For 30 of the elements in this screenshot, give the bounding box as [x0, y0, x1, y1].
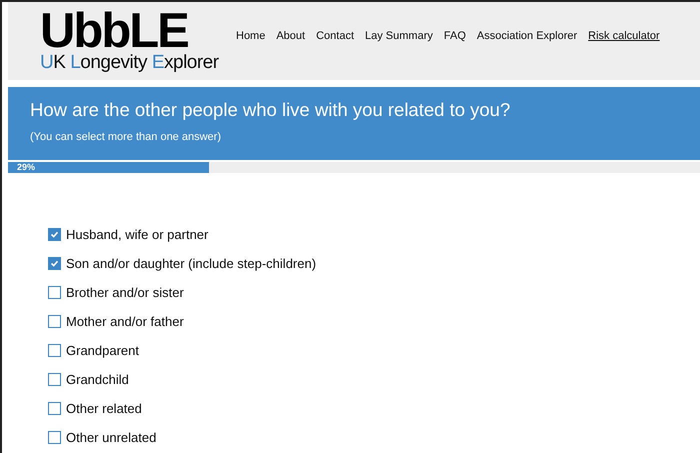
checkbox[interactable] — [48, 315, 61, 328]
question-hint: (You can select more than one answer) — [30, 131, 222, 143]
nav-link[interactable]: Lay Summary — [365, 30, 433, 42]
option-label[interactable]: Husband, wife or partner — [66, 227, 208, 242]
option-label[interactable]: Brother and/or sister — [66, 285, 184, 300]
question-title: How are the other people who live with you related to you? — [30, 98, 512, 122]
checkbox[interactable] — [48, 402, 61, 415]
nav-link[interactable]: FAQ — [444, 30, 466, 42]
option-label[interactable]: Son and/or daughter (include step-children) — [66, 256, 316, 271]
checkbox[interactable] — [48, 257, 61, 270]
option-label[interactable]: Other related — [66, 401, 142, 416]
nav-link[interactable]: Risk calculator — [588, 30, 660, 42]
logo-title: UbbLE — [40, 9, 188, 53]
checkbox[interactable] — [48, 228, 61, 241]
option-label[interactable]: Grandparent — [66, 343, 139, 358]
nav-link[interactable]: About — [276, 30, 306, 42]
logo-subtitle: UK Longevity Explorer — [40, 53, 220, 73]
checkbox[interactable] — [48, 373, 61, 386]
checkbox[interactable] — [48, 344, 61, 357]
check-icon — [50, 259, 59, 268]
nav-link[interactable]: Home — [236, 30, 266, 42]
checkbox[interactable] — [48, 286, 61, 299]
option-label[interactable]: Grandchild — [66, 372, 129, 387]
progress-bar: 29% — [8, 162, 209, 173]
nav-link[interactable]: Contact — [316, 30, 354, 42]
option-label[interactable]: Other unrelated — [66, 430, 156, 445]
check-icon — [50, 230, 59, 239]
checkbox[interactable] — [48, 431, 61, 444]
option-label[interactable]: Mother and/or father — [66, 314, 184, 329]
nav-link[interactable]: Association Explorer — [476, 30, 578, 42]
